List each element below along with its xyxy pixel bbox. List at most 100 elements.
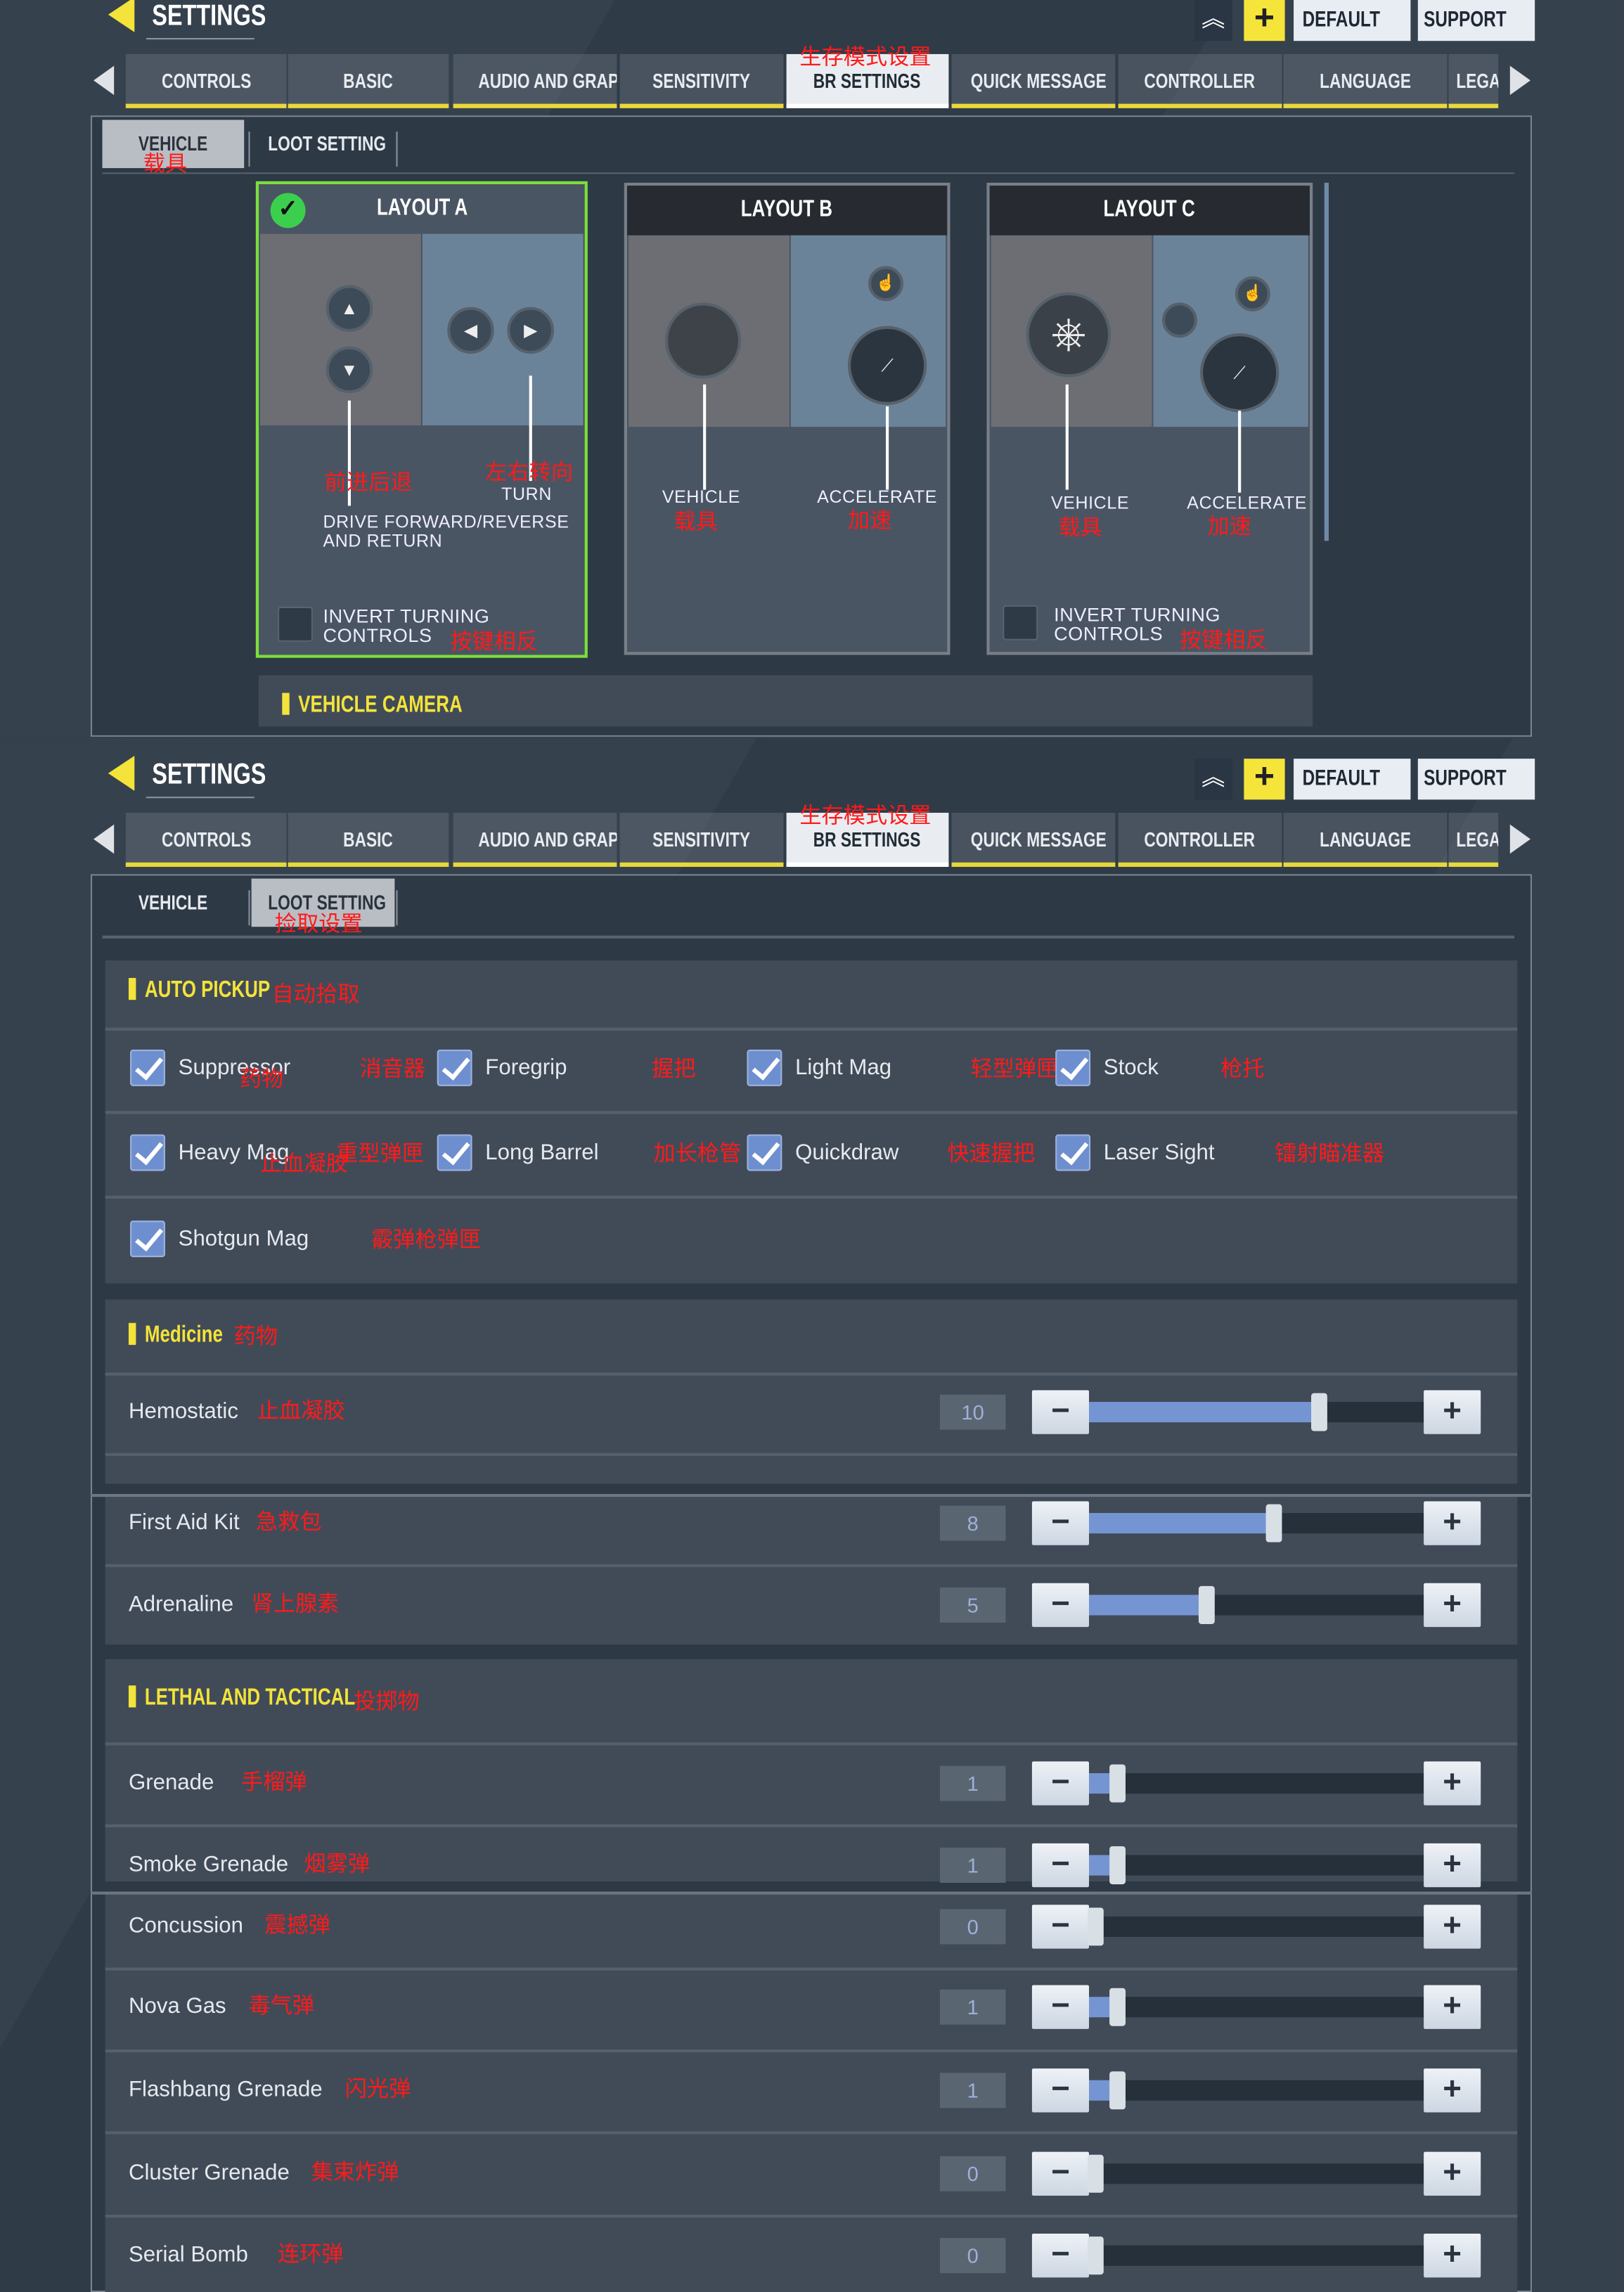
invert-turning-checkbox[interactable]	[278, 606, 313, 642]
subtab-rule	[102, 935, 1515, 939]
slider-thumb[interactable]	[1199, 1585, 1216, 1624]
slider-thumb[interactable]	[1109, 2071, 1126, 2110]
serial-bomb-increase-button[interactable]: +	[1424, 2234, 1481, 2278]
subtab-vehicle[interactable]: VEHICLE	[103, 879, 245, 927]
nova-gas-value: 1	[939, 1989, 1006, 2025]
first-aid-kit-increase-button[interactable]: +	[1424, 1501, 1481, 1545]
default-button[interactable]: DEFAULT	[1294, 759, 1411, 800]
laser-sight-checkbox[interactable]	[1055, 1134, 1091, 1171]
tab-scroll-right-icon[interactable]	[1509, 65, 1530, 96]
support-button[interactable]: SUPPORT	[1417, 759, 1535, 800]
slider-thumb[interactable]	[1109, 1846, 1126, 1885]
tab-legal[interactable]: LEGAL	[1448, 813, 1499, 867]
concussion-decrease-button[interactable]: −	[1031, 1905, 1090, 1949]
tab-controller[interactable]: CONTROLLER	[1118, 53, 1282, 108]
divider	[105, 2131, 1518, 2135]
hemostatic-decrease-button[interactable]: −	[1031, 1390, 1090, 1434]
smoke-grenade-decrease-button[interactable]: −	[1031, 1843, 1090, 1888]
cluster-grenade-slider[interactable]	[1087, 2154, 1424, 2193]
tab-legal[interactable]: LEGAL	[1448, 53, 1499, 108]
cluster-grenade-increase-button[interactable]: +	[1424, 2151, 1481, 2196]
layout-card-b[interactable]: LAYOUT B ⟋ ☝ VEHICLE 载具 ACCELERATE 加速	[624, 182, 950, 655]
tab-label: CONTROLS	[161, 827, 251, 851]
scrollbar[interactable]	[1324, 182, 1329, 541]
nova-gas-decrease-button[interactable]: −	[1031, 1985, 1090, 2029]
invert-turning-checkbox[interactable]	[1003, 605, 1038, 640]
foregrip-checkbox[interactable]	[437, 1049, 472, 1086]
first-aid-kit-decrease-button[interactable]: −	[1031, 1501, 1090, 1545]
tab-audio-and-graphics[interactable]: AUDIO AND GRAPHICS	[453, 813, 617, 867]
tab-quick-message[interactable]: QUICK MESSAGE	[951, 53, 1116, 108]
shotgun-mag-checkbox[interactable]	[130, 1221, 165, 1258]
stock-checkbox[interactable]	[1055, 1049, 1091, 1086]
back-arrow-icon[interactable]	[108, 755, 135, 791]
layout-card-c[interactable]: LAYOUT C ⎈ ⟋ ☝ VEHICLE 载具 ACCELERATE 加速 INVERT T…	[986, 182, 1313, 655]
quickdraw-checkbox[interactable]	[747, 1134, 782, 1171]
plus-icon[interactable]: +	[1244, 758, 1285, 800]
slider-thumb[interactable]	[1310, 1393, 1327, 1431]
tab-controls[interactable]: CONTROLS	[125, 813, 287, 867]
heavy-mag-checkbox[interactable]	[130, 1134, 165, 1171]
adrenaline-decrease-button[interactable]: −	[1031, 1583, 1090, 1628]
rank-chevron-icon[interactable]: ︽	[1194, 0, 1232, 41]
grenade-label: Grenade	[128, 1770, 214, 1796]
suppressor-checkbox[interactable]	[130, 1049, 165, 1086]
cluster-grenade-decrease-button[interactable]: −	[1031, 2151, 1090, 2196]
smoke-grenade-increase-button[interactable]: +	[1424, 1843, 1481, 1888]
tab-sensitivity[interactable]: SENSITIVITY	[619, 53, 784, 108]
slider-thumb[interactable]	[1087, 1907, 1104, 1946]
light-mag-checkbox[interactable]	[747, 1049, 782, 1086]
left-annotation: 载具	[1058, 514, 1102, 541]
tab-basic[interactable]: BASIC	[288, 813, 449, 867]
divider	[105, 1564, 1518, 1567]
long-barrel-checkbox[interactable]	[437, 1134, 472, 1171]
slider-thumb[interactable]	[1109, 1988, 1126, 2026]
tab-language[interactable]: LANGUAGE	[1283, 53, 1448, 108]
subtab-loot-setting[interactable]: LOOT SETTING	[252, 120, 395, 168]
tab-basic[interactable]: BASIC	[288, 53, 449, 108]
adrenaline-increase-button[interactable]: +	[1424, 1583, 1481, 1628]
nova-gas-increase-button[interactable]: +	[1424, 1985, 1481, 2029]
plus-icon[interactable]: +	[1244, 0, 1285, 41]
concussion-increase-button[interactable]: +	[1424, 1905, 1481, 1949]
flashbang-grenade-increase-button[interactable]: +	[1424, 2068, 1481, 2113]
adrenaline-slider[interactable]	[1089, 1585, 1424, 1624]
first-aid-kit-slider[interactable]	[1089, 1504, 1424, 1543]
nova-gas-annotation: 毒气弹	[248, 1992, 315, 2019]
grenade-slider[interactable]	[1089, 1764, 1424, 1803]
default-button[interactable]: DEFAULT	[1294, 0, 1411, 41]
slider-thumb[interactable]	[1087, 2154, 1104, 2193]
rank-chevron-icon[interactable]: ︽	[1194, 759, 1232, 800]
slider-thumb[interactable]	[1265, 1504, 1282, 1543]
section-title-text: VEHICLE CAMERA	[298, 693, 463, 718]
back-arrow-icon[interactable]	[108, 0, 135, 32]
checkbox-label: Stock	[1103, 1055, 1159, 1081]
smoke-grenade-slider[interactable]	[1089, 1846, 1424, 1885]
tab-quick-message[interactable]: QUICK MESSAGE	[951, 813, 1116, 867]
layout-card-a[interactable]: LAYOUT A ✓ ▲ ▼ ◀ ▶ 前进后退 左右转向 TURN DRIVE FORWARD/R…	[255, 181, 588, 658]
default-label: DEFAULT	[1302, 7, 1380, 32]
concussion-slider[interactable]	[1087, 1907, 1424, 1946]
tab-scroll-left-icon[interactable]	[94, 65, 115, 96]
flashbang-grenade-decrease-button[interactable]: −	[1031, 2068, 1090, 2113]
tab-language[interactable]: LANGUAGE	[1283, 813, 1448, 867]
support-button[interactable]: SUPPORT	[1417, 0, 1535, 41]
slider-thumb[interactable]	[1109, 1764, 1126, 1803]
tab-controller[interactable]: CONTROLLER	[1118, 813, 1282, 867]
grenade-decrease-button[interactable]: −	[1031, 1761, 1090, 1805]
flashbang-grenade-slider[interactable]	[1089, 2071, 1424, 2110]
hemostatic-slider[interactable]	[1089, 1393, 1424, 1431]
grenade-increase-button[interactable]: +	[1424, 1761, 1481, 1805]
slider-thumb[interactable]	[1087, 2236, 1104, 2275]
tab-audio-and-graphics[interactable]: AUDIO AND GRAPHICS	[453, 53, 617, 108]
tab-controls[interactable]: CONTROLS	[125, 53, 287, 108]
tab-sensitivity[interactable]: SENSITIVITY	[619, 813, 784, 867]
tab-scroll-right-icon[interactable]	[1509, 824, 1530, 854]
layout-title: LAYOUT C	[989, 186, 1310, 236]
serial-bomb-decrease-button[interactable]: −	[1031, 2234, 1090, 2278]
serial-bomb-slider[interactable]	[1087, 2236, 1424, 2275]
steering-wheel-icon: ⎈	[1026, 292, 1111, 378]
nova-gas-slider[interactable]	[1089, 1988, 1424, 2026]
hemostatic-increase-button[interactable]: +	[1424, 1390, 1481, 1434]
tab-scroll-left-icon[interactable]	[94, 824, 115, 854]
